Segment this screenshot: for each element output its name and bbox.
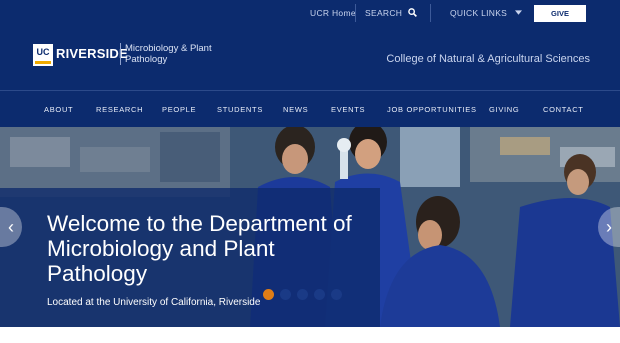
nav-item-research[interactable]: RESEARCH: [96, 105, 143, 114]
give-button[interactable]: GIVE: [534, 5, 586, 22]
nav-item-events[interactable]: EVENTS: [331, 105, 365, 114]
divider: [355, 4, 356, 22]
logo-mark-text: UC: [36, 47, 50, 57]
divider: [430, 4, 431, 22]
search-link[interactable]: SEARCH: [365, 8, 417, 18]
utility-bar: UCR Home SEARCH QUICK LINKS GIVE: [0, 0, 620, 26]
chevron-left-icon: ‹: [8, 217, 14, 237]
hero-title: Welcome to the Department of Microbiolog…: [47, 211, 352, 286]
nav-item-about[interactable]: ABOUT: [44, 105, 73, 114]
search-label: SEARCH: [365, 8, 403, 18]
main-nav: ABOUT RESEARCH PEOPLE STUDENTS NEWS EVEN…: [0, 90, 620, 127]
uc-logo-mark[interactable]: UC: [33, 44, 53, 66]
nav-item-students[interactable]: STUDENTS: [217, 105, 263, 114]
nav-item-people[interactable]: PEOPLE: [162, 105, 196, 114]
hero-carousel: Welcome to the Department of Microbiolog…: [0, 127, 620, 327]
ucr-home-link[interactable]: UCR Home: [310, 8, 356, 18]
department-name[interactable]: Microbiology & Plant Pathology: [125, 43, 212, 65]
caret-down-icon: [514, 10, 522, 15]
nav-item-job-opportunities[interactable]: JOB OPPORTUNITIES: [387, 105, 477, 114]
department-line-2: Pathology: [125, 54, 168, 65]
nav-item-contact[interactable]: CONTACT: [543, 105, 584, 114]
carousel-dot-5[interactable]: [331, 289, 342, 300]
search-icon: [408, 8, 417, 17]
page-below-fold: [0, 327, 620, 343]
riverside-wordmark[interactable]: RIVERSIDE: [56, 46, 128, 61]
college-name[interactable]: College of Natural & Agricultural Scienc…: [386, 53, 590, 65]
carousel-dot-2[interactable]: [280, 289, 291, 300]
nav-item-giving[interactable]: GIVING: [489, 105, 519, 114]
carousel-dot-1[interactable]: [263, 289, 274, 300]
logo-divider: [120, 43, 121, 65]
hero-subtitle: Located at the University of California,…: [47, 297, 261, 308]
logo-accent-bar: [35, 61, 51, 64]
site-header: UCR Home SEARCH QUICK LINKS GIVE UC RIVE…: [0, 0, 620, 90]
quick-links-dropdown[interactable]: QUICK LINKS: [450, 8, 522, 18]
nav-item-news[interactable]: NEWS: [283, 105, 308, 114]
carousel-dot-3[interactable]: [297, 289, 308, 300]
chevron-right-icon: ›: [606, 217, 612, 237]
carousel-dot-4[interactable]: [314, 289, 325, 300]
quick-links-label: QUICK LINKS: [450, 8, 508, 18]
department-line-1: Microbiology & Plant: [125, 43, 212, 54]
